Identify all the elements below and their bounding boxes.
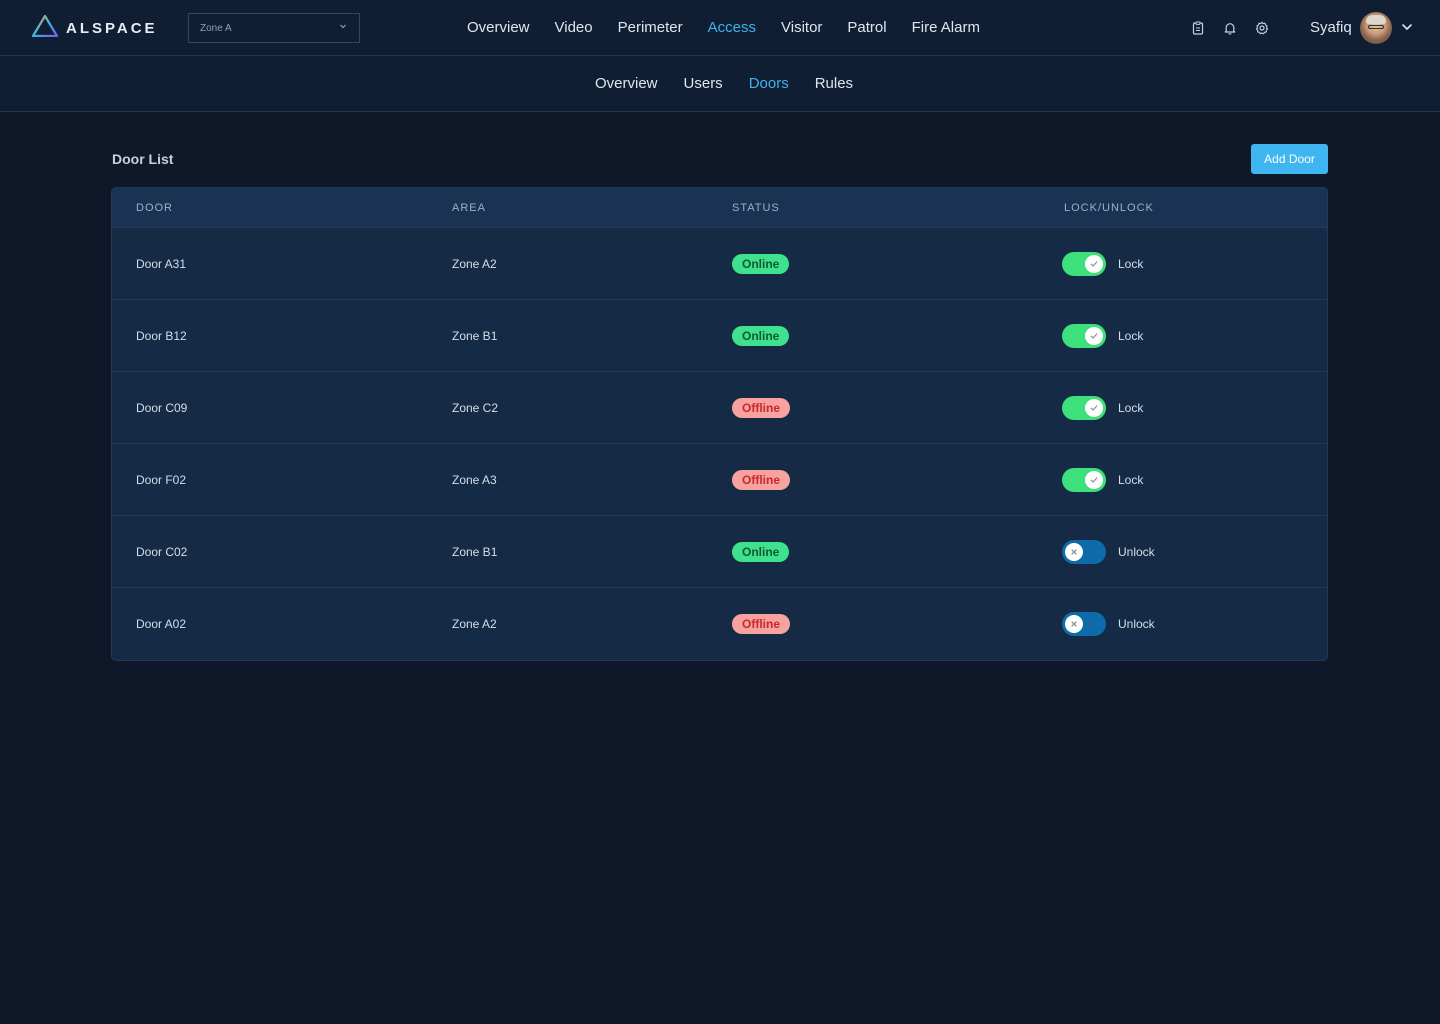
- lock-label: Unlock: [1118, 617, 1155, 631]
- tab-overview[interactable]: Overview: [595, 74, 658, 94]
- table-row[interactable]: Door C02 Zone B1 Online Unlock: [112, 516, 1327, 588]
- door-name: Door A31: [136, 257, 187, 271]
- bell-icon[interactable]: [1222, 20, 1238, 36]
- lock-label: Lock: [1118, 329, 1144, 343]
- door-name: Door F02: [136, 473, 187, 487]
- tab-users[interactable]: Users: [684, 74, 723, 94]
- lock-toggle[interactable]: [1062, 396, 1106, 420]
- door-area: Zone A3: [452, 473, 497, 487]
- chevron-down-icon[interactable]: [1400, 20, 1414, 39]
- status-badge: Online: [732, 254, 790, 274]
- zone-select-value: Zone A: [200, 22, 232, 34]
- sub-navigation-bar: Overview Users Doors Rules: [0, 56, 1440, 112]
- table-header: DOOR AREA STATUS LOCK/UNLOCK: [112, 188, 1327, 228]
- check-icon: [1085, 399, 1103, 417]
- door-name: Door C02: [136, 545, 188, 559]
- lock-label: Lock: [1118, 257, 1144, 271]
- logo-icon: [31, 14, 59, 42]
- column-header-lock-unlock[interactable]: LOCK/UNLOCK: [1064, 201, 1154, 215]
- nav-item-visitor[interactable]: Visitor: [781, 18, 822, 38]
- zone-select[interactable]: Zone A: [188, 13, 360, 43]
- lock-toggle[interactable]: [1062, 324, 1106, 348]
- logo-text: ALSPACE: [66, 19, 158, 37]
- status-badge: Online: [732, 326, 790, 346]
- lock-label: Lock: [1118, 401, 1144, 415]
- check-icon: [1085, 255, 1103, 273]
- lock-toggle[interactable]: [1062, 612, 1106, 636]
- table-row[interactable]: Door A02 Zone A2 Offline Unlock: [112, 588, 1327, 660]
- door-area: Zone B1: [452, 329, 498, 343]
- door-area: Zone A2: [452, 617, 497, 631]
- door-name: Door C09: [136, 401, 188, 415]
- tab-rules[interactable]: Rules: [815, 74, 853, 94]
- close-icon: [1065, 615, 1083, 633]
- column-header-area[interactable]: AREA: [452, 201, 486, 215]
- lock-toggle[interactable]: [1062, 252, 1106, 276]
- gear-icon[interactable]: [1254, 20, 1270, 36]
- nav-item-video[interactable]: Video: [555, 18, 593, 38]
- door-area: Zone B1: [452, 545, 498, 559]
- column-header-status[interactable]: STATUS: [732, 201, 780, 215]
- check-icon: [1085, 471, 1103, 489]
- door-area: Zone A2: [452, 257, 497, 271]
- nav-item-fire-alarm[interactable]: Fire Alarm: [912, 18, 980, 38]
- nav-item-overview[interactable]: Overview: [467, 18, 530, 38]
- status-badge: Offline: [732, 614, 790, 634]
- page-title: Door List: [112, 151, 174, 167]
- status-badge: Offline: [732, 398, 790, 418]
- nav-item-patrol[interactable]: Patrol: [847, 18, 886, 38]
- status-badge: Offline: [732, 470, 790, 490]
- tab-doors[interactable]: Doors: [749, 74, 789, 94]
- lock-toggle[interactable]: [1062, 540, 1106, 564]
- avatar[interactable]: [1360, 12, 1392, 44]
- status-badge: Online: [732, 542, 790, 562]
- lock-label: Unlock: [1118, 545, 1155, 559]
- column-header-door[interactable]: DOOR: [136, 201, 173, 215]
- chevron-down-icon: [339, 22, 347, 32]
- table-row[interactable]: Door A31 Zone A2 Online Lock: [112, 228, 1327, 300]
- door-name: Door A02: [136, 617, 187, 631]
- header-icons: [1190, 20, 1286, 36]
- clipboard-icon[interactable]: [1190, 20, 1206, 36]
- lock-label: Lock: [1118, 473, 1144, 487]
- table-row[interactable]: Door C09 Zone C2 Offline Lock: [112, 372, 1327, 444]
- lock-toggle[interactable]: [1062, 468, 1106, 492]
- main-nav: Overview Video Perimeter Access Visitor …: [467, 18, 1005, 38]
- door-table: DOOR AREA STATUS LOCK/UNLOCK Door A31 Zo…: [111, 187, 1328, 661]
- sub-nav: Overview Users Doors Rules: [595, 74, 879, 94]
- table-row[interactable]: Door F02 Zone A3 Offline Lock: [112, 444, 1327, 516]
- check-icon: [1085, 327, 1103, 345]
- top-navigation-bar: ALSPACE Zone A Overview Video Perimeter …: [0, 0, 1440, 56]
- nav-item-perimeter[interactable]: Perimeter: [618, 18, 683, 38]
- door-area: Zone C2: [452, 401, 499, 415]
- user-name[interactable]: Syafiq: [1310, 18, 1352, 38]
- nav-item-access[interactable]: Access: [708, 18, 756, 38]
- door-name: Door B12: [136, 329, 187, 343]
- logo[interactable]: ALSPACE: [31, 14, 158, 42]
- table-row[interactable]: Door B12 Zone B1 Online Lock: [112, 300, 1327, 372]
- add-door-button[interactable]: Add Door: [1251, 144, 1328, 174]
- close-icon: [1065, 543, 1083, 561]
